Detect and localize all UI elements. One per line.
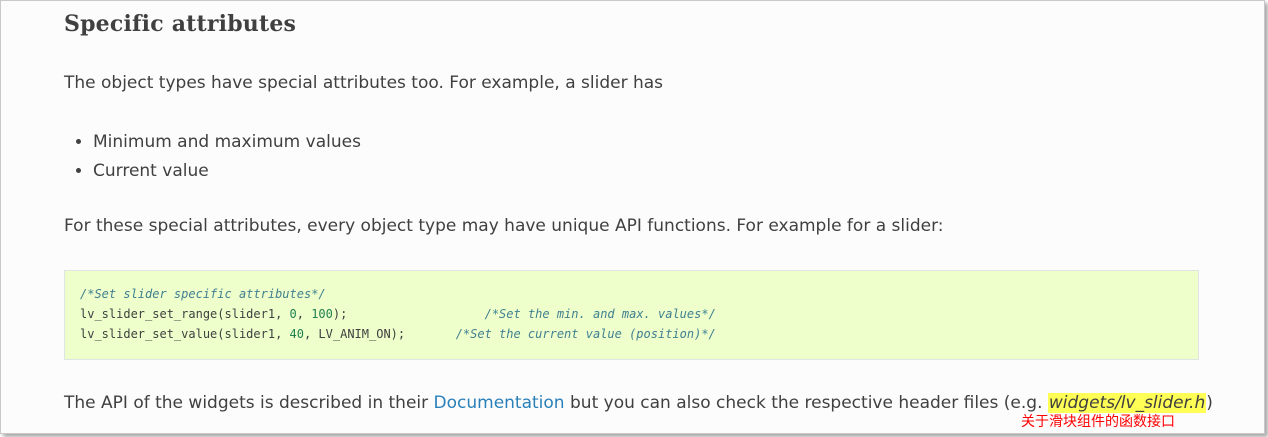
reference-text: but you can also check the respective he…: [564, 393, 1048, 413]
code-end: , LV_ANIM_ON);: [303, 327, 456, 341]
intro-paragraph: The object types have special attributes…: [64, 73, 664, 93]
code-number: 40: [289, 327, 304, 341]
reference-text: ): [1206, 393, 1213, 413]
reference-text: The API of the widgets is described in t…: [64, 393, 434, 413]
section-heading: Specific attributes: [64, 11, 297, 37]
reference-paragraph: The API of the widgets is described in t…: [64, 391, 1213, 415]
code-number: 100: [311, 307, 333, 321]
code-number: 0: [289, 307, 297, 321]
code-fn: lv_slider_set_range(slider1,: [80, 307, 290, 321]
code-comment: /*Set the current value (position)*/: [455, 327, 716, 341]
annotation-note: 关于滑块组件的函数接口: [1021, 414, 1175, 430]
documentation-link[interactable]: Documentation: [434, 393, 565, 413]
code-text: /*Set slider specific attributes*/ lv_sl…: [65, 271, 1198, 344]
list-item: Current value: [93, 157, 361, 186]
page-frame: Specific attributes The object types hav…: [0, 0, 1265, 434]
attribute-list: Minimum and maximum values Current value: [64, 128, 361, 186]
list-item: Minimum and maximum values: [93, 128, 361, 157]
code-sep: ,: [296, 307, 312, 321]
api-paragraph: For these special attributes, every obje…: [64, 216, 944, 236]
code-comment: /*Set the min. and max. values*/: [484, 307, 716, 321]
code-end: );: [332, 307, 485, 321]
code-comment: /*Set slider specific attributes*/: [80, 287, 326, 301]
code-block: /*Set slider specific attributes*/ lv_sl…: [64, 270, 1199, 360]
header-file-name: widgets/lv_slider.h: [1047, 393, 1207, 413]
code-fn: lv_slider_set_value(slider1,: [80, 327, 290, 341]
